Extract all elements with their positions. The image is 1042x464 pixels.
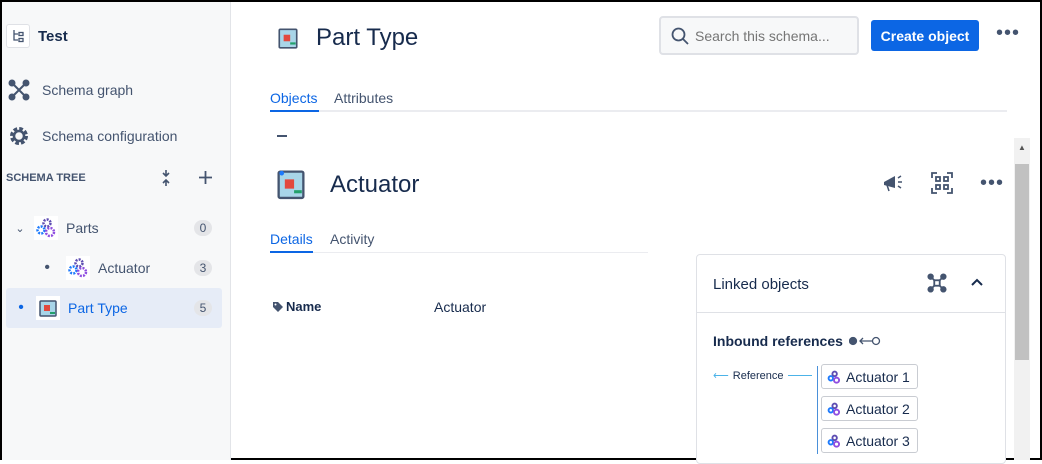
megaphone-icon[interactable] — [882, 172, 904, 194]
qr-code-icon[interactable] — [931, 172, 953, 194]
object-title: Actuator — [330, 171, 420, 198]
tab-underline — [270, 110, 319, 112]
schema-tree-icon — [6, 24, 30, 48]
sidebar: Test Schema graph Schema configuration S… — [2, 2, 231, 460]
tag-icon — [273, 301, 283, 312]
attribute-value: Actuator — [434, 299, 487, 315]
scrollbar-thumb[interactable] — [1015, 164, 1029, 360]
gears-icon — [34, 216, 58, 240]
tree-item-label: Part Type — [68, 300, 128, 316]
collapse-all-icon[interactable] — [159, 169, 173, 187]
nav-label: Schema configuration — [42, 128, 178, 144]
tabs-divider — [270, 252, 648, 253]
reference-label: ⟵ Reference — [713, 369, 812, 382]
panel-title: Linked objects — [713, 276, 809, 293]
part-type-icon — [36, 296, 60, 320]
graph-icon — [8, 79, 30, 101]
count-badge: 3 — [194, 260, 212, 276]
nav-schema-graph[interactable]: Schema graph — [2, 74, 231, 106]
tab-attributes[interactable]: Attributes — [334, 90, 393, 106]
divider — [277, 135, 287, 137]
gears-icon — [827, 370, 841, 384]
divider — [697, 312, 1005, 313]
add-icon[interactable] — [198, 170, 213, 185]
reference-line — [817, 366, 818, 454]
tree-item-parts[interactable]: ⌄ Parts 0 — [6, 208, 222, 248]
inbound-heading: Inbound references — [713, 333, 881, 349]
bullet-icon: • — [44, 259, 50, 276]
create-object-button[interactable]: Create object — [871, 20, 979, 51]
tree-item-label: Parts — [66, 220, 99, 236]
chevron-down-icon[interactable]: ⌄ — [6, 222, 34, 235]
part-type-icon — [278, 28, 298, 49]
tree-item-label: Actuator — [98, 260, 151, 276]
schema-tree-heading: SCHEMA TREE — [6, 172, 86, 184]
tab-objects[interactable]: Objects — [270, 90, 317, 106]
schema-name: Test — [38, 28, 68, 45]
tree-item-part-type[interactable]: • Part Type 5 — [6, 288, 222, 328]
gears-icon — [827, 434, 841, 448]
page-title: Part Type — [316, 24, 419, 51]
linked-objects-panel: Linked objects Inbound references ⟵ Refer… — [696, 254, 1006, 464]
object-more-icon[interactable]: ••• — [980, 173, 1004, 193]
count-badge: 0 — [194, 220, 212, 236]
count-badge: 5 — [194, 300, 212, 316]
tab-details[interactable]: Details — [270, 231, 313, 247]
search-field[interactable] — [659, 16, 859, 55]
gears-icon — [827, 402, 841, 416]
tab-underline — [270, 251, 313, 253]
actuator-object-icon — [277, 170, 305, 200]
search-icon — [671, 27, 689, 45]
search-input[interactable] — [695, 27, 845, 44]
linked-object-actuator-2[interactable]: Actuator 2 — [821, 396, 918, 421]
inbound-arrow-icon — [848, 336, 881, 346]
linked-object-actuator-3[interactable]: Actuator 3 — [821, 428, 918, 453]
scrollbar[interactable]: ▲ — [1014, 138, 1030, 460]
chevron-up-icon[interactable] — [971, 277, 983, 287]
graph-icon[interactable] — [927, 273, 947, 293]
more-icon[interactable]: ••• — [996, 23, 1020, 43]
bullet-icon: • — [18, 299, 24, 316]
tree-item-actuator[interactable]: • Actuator 3 — [6, 248, 222, 288]
tabs-divider — [270, 110, 1007, 112]
tab-activity[interactable]: Activity — [330, 231, 374, 247]
nav-schema-configuration[interactable]: Schema configuration — [2, 120, 231, 152]
nav-label: Schema graph — [42, 82, 134, 98]
scroll-up-icon[interactable]: ▲ — [1014, 138, 1030, 158]
gears-icon — [66, 256, 90, 280]
gear-icon — [10, 127, 28, 145]
attribute-name: Name — [273, 299, 321, 314]
linked-object-actuator-1[interactable]: Actuator 1 — [821, 364, 918, 389]
